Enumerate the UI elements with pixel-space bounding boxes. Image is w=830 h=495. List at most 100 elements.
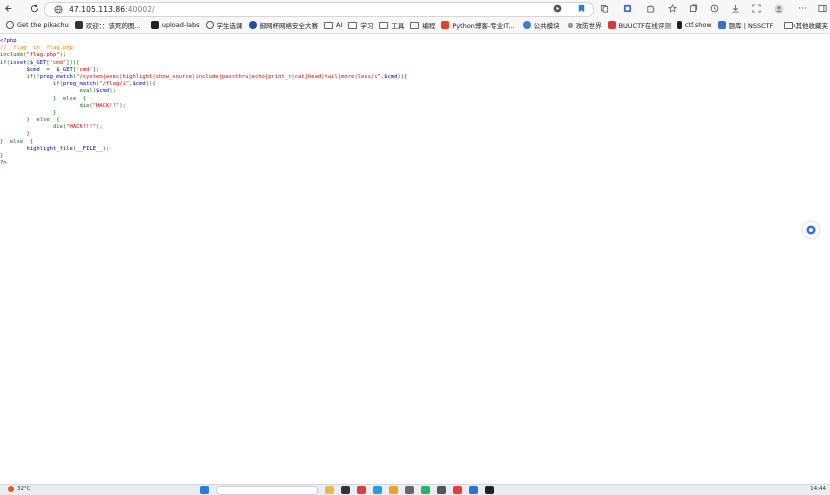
code-token: "/system|exec|highlight|show_source|incl… (76, 74, 381, 80)
url-host: 47.105.113.86 (69, 5, 125, 14)
code-token: preg_match (63, 81, 96, 87)
taskbar-app-icon[interactable] (437, 486, 446, 494)
bookmark-item-1[interactable]: 欢迎：：该死的图... (75, 20, 141, 30)
code-line: <?php (0, 38, 407, 45)
floating-assistant-button[interactable] (803, 222, 819, 238)
screenshot-icon[interactable] (749, 1, 764, 16)
address-bar[interactable]: 47.105.113.86:40002/ (44, 2, 594, 17)
code-token: ])){ (66, 60, 79, 66)
weather-widget[interactable]: 32°C (8, 486, 31, 492)
taskbar-app-icon[interactable] (453, 486, 462, 494)
code-token: 'cmd' (50, 60, 67, 66)
bookmark-item-0[interactable]: Get the pikachu (6, 21, 69, 29)
code-token: "flag.php" (27, 52, 60, 58)
code-token: } else { (0, 139, 33, 145)
copy-extension-icon[interactable] (597, 1, 612, 16)
code-token: ?> (0, 160, 7, 166)
code-line: highlight_file(__FILE__); (0, 146, 407, 153)
play-icon[interactable] (550, 1, 565, 16)
puzzle-extensions-icon[interactable] (643, 1, 658, 16)
url-text: 47.105.113.86:40002/ (69, 5, 155, 14)
code-token: die (0, 103, 89, 109)
code-token: $cmd (96, 88, 109, 94)
code-token: eval (0, 88, 93, 94)
code-token: $_GET (56, 67, 73, 73)
code-token: include (0, 52, 23, 58)
code-line: if(preg_match("/flag/i",$cmd)){ (0, 81, 407, 88)
folder-icon (324, 22, 333, 29)
taskbar-app-icon[interactable] (341, 486, 350, 494)
favorites-star-icon[interactable] (665, 1, 680, 16)
code-token: } (0, 131, 30, 137)
code-line: die("HACK!!"); (0, 103, 407, 110)
bookmark-folder-coding[interactable]: 编程 (410, 20, 435, 30)
taskbar-app-icon[interactable] (325, 486, 334, 494)
bookmark-site-icon (568, 23, 573, 28)
bookmark-folder-ai[interactable]: AI (324, 21, 342, 29)
code-token: highlight_file (0, 146, 73, 152)
more-menu-icon[interactable]: ··· (795, 1, 810, 16)
bookmarks-bar: Get the pikachu 欢迎：：该死的图... upload-labs … (0, 17, 830, 34)
code-token: } (0, 110, 56, 116)
bookmark-item-13[interactable]: ctf.show (677, 21, 712, 29)
code-token: preg_match (40, 74, 73, 80)
code-token: } else { (0, 96, 86, 102)
code-token: = (46, 67, 56, 73)
start-icon[interactable] (200, 486, 209, 494)
code-token: "HACK!!!" (66, 124, 96, 130)
bookmark-item-2[interactable]: upload-labs (151, 21, 200, 29)
download-icon[interactable] (728, 1, 743, 16)
code-token: if (0, 74, 33, 80)
bookmark-item-12[interactable]: BUUCTF在线评测 (608, 20, 671, 30)
bookmark-item-3[interactable]: 学生选课 (206, 20, 243, 30)
taskbar-app-icon[interactable] (469, 486, 478, 494)
taskbar-app-icon[interactable] (389, 486, 398, 494)
url-port: :40002/ (125, 5, 155, 14)
os-taskbar: 32°C 14:44 (0, 484, 830, 495)
bookmark-folder-study[interactable]: 学习 (348, 20, 373, 30)
code-token: <?php (0, 38, 17, 44)
assistant-icon (806, 225, 816, 235)
bookmark-folder-tools[interactable]: 工具 (379, 20, 404, 30)
refresh-button[interactable] (26, 0, 43, 17)
shield-extension-icon[interactable] (620, 1, 635, 16)
browser-window: 47.105.113.86:40002/ ··· Get the pikachu… (0, 0, 830, 494)
toolbar-icons: ··· (547, 0, 830, 17)
bookmark-item-4[interactable]: 御网杯网络安全大赛 (249, 20, 319, 30)
other-favorites-folder[interactable]: 其他收藏夹 (784, 17, 830, 33)
bookmark-item-9[interactable]: Python博客-专业IT... (441, 20, 514, 30)
code-token: )){ (146, 81, 156, 87)
bookmark-extension-icon[interactable] (574, 1, 589, 16)
bookmark-globe-icon (6, 21, 14, 29)
code-token: ); (109, 88, 116, 94)
taskbar-app-icon[interactable] (357, 486, 366, 494)
back-button[interactable] (0, 0, 17, 17)
code-token: )){ (397, 74, 407, 80)
bookmark-item-11[interactable]: 攻防世界 (568, 20, 602, 30)
taskbar-app-icon[interactable] (485, 486, 494, 494)
taskbar-clock[interactable]: 14:44 (810, 486, 826, 492)
code-token: "HACK!!" (93, 103, 120, 109)
code-line: } (0, 131, 407, 138)
code-token: // flag in flag.php (0, 45, 73, 51)
bookmark-site-icon (151, 21, 159, 29)
profile-avatar-icon[interactable] (771, 1, 786, 16)
code-token: die (0, 124, 63, 130)
code-line: $cmd = $_GET['cmd']; (0, 67, 407, 74)
bookmark-site-icon (75, 21, 83, 29)
collections-icon[interactable] (686, 1, 701, 16)
edge-sidebar-icon[interactable] (815, 1, 830, 16)
code-line: eval($cmd); (0, 88, 407, 95)
code-line: die("HACK!!!"); (0, 124, 407, 131)
taskbar-app-icon[interactable] (405, 486, 414, 494)
code-token: $cmd (384, 74, 397, 80)
taskbar-app-icon[interactable] (373, 486, 382, 494)
bookmark-site-icon (249, 21, 257, 29)
taskbar-app-icon[interactable] (421, 486, 430, 494)
bookmark-item-14[interactable]: 题库 | NSSCTF (718, 20, 774, 30)
bookmark-site-icon (608, 21, 616, 29)
globe-icon (53, 5, 63, 15)
bookmark-item-10[interactable]: 公共模块 (523, 20, 560, 30)
code-token: ); (96, 124, 103, 130)
history-icon[interactable] (707, 1, 722, 16)
